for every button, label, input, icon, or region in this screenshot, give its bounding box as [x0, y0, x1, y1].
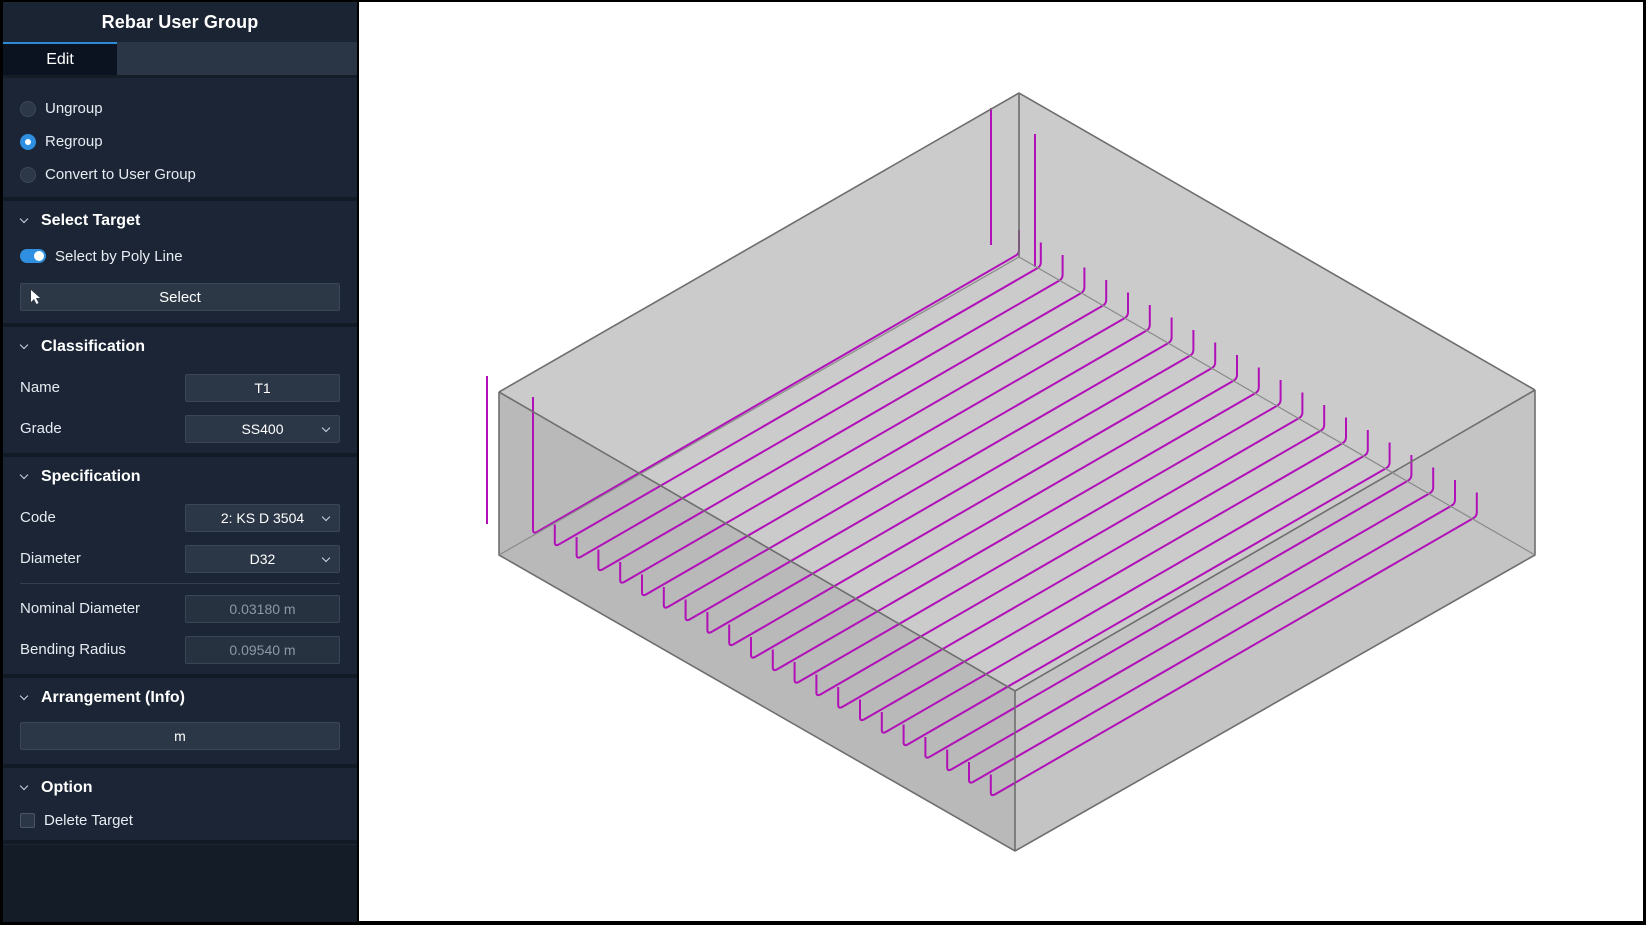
rebar-user-group-panel: Rebar User Group Edit Ungroup Regroup Co… — [3, 2, 357, 922]
chevron-down-icon — [321, 423, 331, 432]
option-header[interactable]: Option — [3, 768, 357, 808]
grade-label: Grade — [20, 420, 62, 437]
arrangement-header[interactable]: Arrangement (Info) — [3, 678, 357, 718]
nominal-diameter-field: 0.03180 m — [185, 594, 340, 623]
diameter-label: Diameter — [20, 550, 81, 567]
select-by-polyline-toggle[interactable] — [20, 249, 46, 263]
nominal-diameter-value: 0.03180 m — [229, 600, 296, 617]
panel-title: Rebar User Group — [3, 2, 357, 42]
classification-heading: Classification — [41, 338, 146, 355]
chevron-down-icon — [321, 553, 331, 562]
divider — [20, 583, 340, 584]
3d-viewport[interactable] — [359, 2, 1643, 921]
radio-ungroup-label: Ungroup — [45, 100, 103, 117]
nominal-diameter-row: Nominal Diameter 0.03180 m — [3, 588, 357, 629]
chevron-down-icon — [19, 471, 31, 483]
select-by-polyline-label: Select by Poly Line — [55, 247, 183, 265]
grade-value: SS400 — [241, 420, 284, 437]
chevron-down-icon — [19, 692, 31, 704]
bending-radius-value: 0.09540 m — [229, 641, 296, 658]
select-target-heading: Select Target — [41, 212, 141, 229]
code-value: 2: KS D 3504 — [220, 509, 305, 526]
specification-heading: Specification — [41, 468, 141, 485]
model-scene — [486, 92, 1536, 852]
delete-target-row: Delete Target — [3, 808, 357, 840]
arrangement-section: Arrangement (Info) m — [3, 678, 357, 768]
chevron-down-icon — [19, 782, 31, 794]
option-section: Option Delete Target — [3, 768, 357, 844]
name-value: T1 — [254, 379, 271, 396]
diameter-row: Diameter D32 — [3, 538, 357, 579]
grade-select[interactable]: SS400 — [185, 414, 340, 443]
arrangement-heading: Arrangement (Info) — [41, 689, 185, 706]
app-frame: Rebar User Group Edit Ungroup Regroup Co… — [0, 0, 1646, 925]
nominal-diameter-label: Nominal Diameter — [20, 600, 141, 617]
grade-row: Grade SS400 — [3, 408, 357, 449]
cursor-arrow-icon — [31, 290, 40, 304]
radio-ungroup[interactable]: Ungroup — [3, 92, 357, 125]
bending-radius-field: 0.09540 m — [185, 635, 340, 664]
select-button[interactable]: Select — [20, 283, 340, 311]
mode-options: Ungroup Regroup Convert to User Group — [3, 78, 357, 201]
select-button-label: Select — [159, 288, 201, 306]
radio-regroup[interactable]: Regroup — [3, 125, 357, 158]
tab-edit[interactable]: Edit — [3, 42, 117, 75]
classification-section: Classification Name T1 Grade SS400 — [3, 327, 357, 457]
tab-bar: Edit — [3, 42, 357, 78]
chevron-down-icon — [19, 341, 31, 353]
bending-radius-row: Bending Radius 0.09540 m — [3, 629, 357, 670]
chevron-down-icon — [321, 512, 331, 521]
radio-convert-label: Convert to User Group — [45, 166, 196, 183]
diameter-value: D32 — [249, 550, 276, 567]
delete-target-label: Delete Target — [44, 811, 133, 829]
select-by-polyline-row: Select by Poly Line — [3, 241, 357, 271]
radio-convert-circle[interactable] — [20, 166, 36, 183]
code-row: Code 2: KS D 3504 — [3, 497, 357, 538]
classification-header[interactable]: Classification — [3, 327, 357, 367]
option-heading: Option — [41, 779, 93, 796]
specification-header[interactable]: Specification — [3, 457, 357, 497]
specification-section: Specification Code 2: KS D 3504 Diameter… — [3, 457, 357, 678]
name-label: Name — [20, 379, 61, 396]
chevron-down-icon — [19, 215, 31, 227]
code-label: Code — [20, 509, 56, 526]
radio-ungroup-circle[interactable] — [20, 100, 36, 117]
radio-regroup-circle[interactable] — [20, 133, 36, 150]
radio-regroup-label: Regroup — [45, 133, 103, 150]
select-target-section: Select Target Select by Poly Line Select — [3, 201, 357, 327]
name-input[interactable]: T1 — [185, 373, 340, 402]
delete-target-checkbox[interactable] — [20, 812, 35, 828]
arrangement-value: m — [174, 728, 186, 744]
arrangement-field[interactable]: m — [20, 722, 340, 750]
radio-convert-to-user-group[interactable]: Convert to User Group — [3, 158, 357, 191]
name-row: Name T1 — [3, 367, 357, 408]
select-target-header[interactable]: Select Target — [3, 201, 357, 241]
panel-bottom-fill — [3, 845, 357, 922]
diameter-select[interactable]: D32 — [185, 544, 340, 573]
bending-radius-label: Bending Radius — [20, 641, 126, 658]
code-select[interactable]: 2: KS D 3504 — [185, 503, 340, 532]
